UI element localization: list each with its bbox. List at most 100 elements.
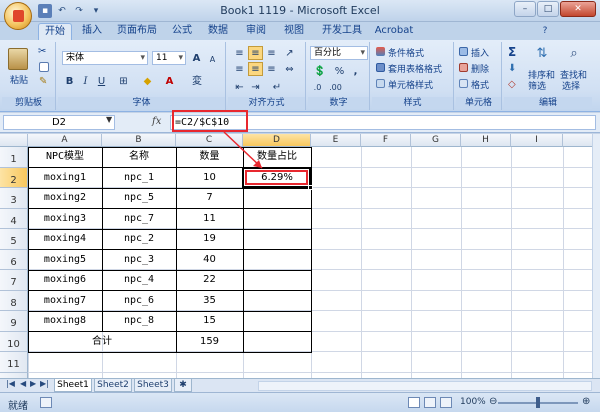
column-header-e[interactable]: E xyxy=(311,134,361,147)
table-cell[interactable]: moxing8 xyxy=(28,311,102,332)
column-header-d[interactable]: D xyxy=(243,134,311,147)
maximize-icon[interactable]: □ xyxy=(537,1,559,17)
macro-record-icon[interactable] xyxy=(40,397,52,408)
tab-formulas[interactable]: 公式 xyxy=(166,23,198,40)
row-header-8[interactable]: 8 xyxy=(0,290,28,311)
tab-home[interactable]: 开始 xyxy=(38,23,72,40)
table-cell[interactable]: moxing7 xyxy=(28,291,102,312)
insert-function-icon[interactable]: fx xyxy=(152,116,161,127)
align-right-icon[interactable]: ≡ xyxy=(264,62,279,76)
grow-font-button[interactable]: A xyxy=(189,51,204,65)
align-bottom-icon[interactable]: ≡ xyxy=(264,46,279,60)
column-header-a[interactable]: A xyxy=(28,134,102,147)
fill-icon[interactable]: ⬇ xyxy=(508,63,516,74)
table-cell[interactable]: 22 xyxy=(176,270,243,291)
total-label-cell[interactable]: 合计 xyxy=(28,332,176,353)
font-color-icon[interactable]: A xyxy=(162,74,177,88)
name-box[interactable]: D2 xyxy=(3,115,115,130)
sheet-tab-3[interactable]: Sheet3 xyxy=(134,379,172,392)
page-layout-view-icon[interactable] xyxy=(424,397,436,408)
table-cell[interactable]: npc_4 xyxy=(102,270,176,291)
table-cell[interactable]: 11 xyxy=(176,209,243,230)
tab-view[interactable]: 视图 xyxy=(278,23,310,40)
align-top-icon[interactable]: ≡ xyxy=(232,46,247,60)
merge-center-icon[interactable]: ⇔ xyxy=(282,62,297,76)
shrink-font-button[interactable]: A xyxy=(205,52,220,66)
prev-sheet-icon[interactable]: ◀ xyxy=(20,379,26,388)
row-header-9[interactable]: 9 xyxy=(0,311,28,332)
delete-cells-button[interactable]: 删除 xyxy=(471,62,489,75)
row-header-3[interactable]: 3 xyxy=(0,188,28,209)
copy-icon[interactable] xyxy=(39,62,49,72)
accounting-format-icon[interactable]: 💲 xyxy=(310,64,330,78)
page-break-view-icon[interactable] xyxy=(440,397,452,408)
table-cell[interactable] xyxy=(243,229,311,250)
clear-icon[interactable]: ◇ xyxy=(508,79,516,90)
header-cell-npc-model[interactable]: NPC模型 xyxy=(28,147,102,168)
row-header-6[interactable]: 6 xyxy=(0,249,28,270)
table-cell[interactable]: moxing1 xyxy=(28,168,102,189)
italic-button[interactable]: I xyxy=(78,74,93,88)
zoom-slider-thumb[interactable] xyxy=(536,397,540,408)
column-header-c[interactable]: C xyxy=(176,134,243,147)
orientation-icon[interactable]: ↗ xyxy=(282,46,297,60)
cut-icon[interactable]: ✂ xyxy=(38,46,46,57)
increase-decimal-icon[interactable]: .0 xyxy=(310,80,325,94)
insert-sheet-icon[interactable]: ✱ xyxy=(174,379,192,392)
wrap-text-icon[interactable]: ↵ xyxy=(266,80,288,94)
table-cell[interactable]: moxing4 xyxy=(28,229,102,250)
zoom-in-icon[interactable]: ⊕ xyxy=(582,396,590,407)
autosum-button[interactable]: Σ xyxy=(508,45,516,59)
total-value-cell[interactable]: 159 xyxy=(176,332,243,353)
sheet-tab-2[interactable]: Sheet2 xyxy=(94,379,132,392)
borders-icon[interactable]: ⊞ xyxy=(116,74,131,88)
zoom-out-icon[interactable]: ⊖ xyxy=(489,396,497,407)
close-icon[interactable]: ✕ xyxy=(560,1,596,17)
fill-handle[interactable] xyxy=(308,185,313,190)
table-cell[interactable]: npc_8 xyxy=(102,311,176,332)
tab-review[interactable]: 审阅 xyxy=(240,23,272,40)
table-cell[interactable] xyxy=(243,188,311,209)
row-header-4[interactable]: 4 xyxy=(0,208,28,229)
paste-icon[interactable] xyxy=(8,48,28,70)
tab-data[interactable]: 数据 xyxy=(202,23,234,40)
table-cell[interactable] xyxy=(243,311,311,332)
row-header-2[interactable]: 2 xyxy=(0,167,28,188)
table-cell[interactable]: 40 xyxy=(176,250,243,271)
table-cell[interactable]: moxing5 xyxy=(28,250,102,271)
tab-acrobat[interactable]: Acrobat xyxy=(372,23,416,40)
first-sheet-icon[interactable]: |◀ xyxy=(6,379,15,388)
format-painter-icon[interactable]: ✎ xyxy=(39,76,47,87)
align-left-icon[interactable]: ≡ xyxy=(232,62,247,76)
conditional-format-button[interactable]: 条件格式 xyxy=(388,46,424,59)
table-cell[interactable] xyxy=(243,270,311,291)
header-cell-count[interactable]: 数量 xyxy=(176,147,243,168)
fill-color-icon[interactable]: ◆ xyxy=(140,74,155,88)
paste-button[interactable]: 粘贴 xyxy=(10,73,28,86)
sort-filter-button-line2[interactable]: 筛选 xyxy=(528,79,546,92)
name-box-dropdown-icon[interactable]: ▼ xyxy=(106,115,112,124)
table-cell[interactable]: npc_6 xyxy=(102,291,176,312)
table-cell[interactable]: moxing3 xyxy=(28,209,102,230)
table-cell[interactable]: 35 xyxy=(176,291,243,312)
sheet-tab-1[interactable]: Sheet1 xyxy=(54,379,92,392)
format-cells-button[interactable]: 格式 xyxy=(471,78,489,91)
table-cell[interactable]: 7 xyxy=(176,188,243,209)
table-cell[interactable] xyxy=(243,209,311,230)
table-cell[interactable]: 19 xyxy=(176,229,243,250)
table-cell[interactable]: 10 xyxy=(176,168,243,189)
align-center-icon[interactable]: ≡ xyxy=(248,62,263,76)
tab-page-layout[interactable]: 页面布局 xyxy=(112,23,162,40)
table-cell[interactable]: npc_2 xyxy=(102,229,176,250)
worksheet-grid[interactable]: A B C D E F G H I 123456789101112NPC模型名称… xyxy=(0,134,592,378)
next-sheet-icon[interactable]: ▶ xyxy=(30,379,36,388)
table-format-button[interactable]: 套用表格格式 xyxy=(388,62,442,75)
table-cell[interactable]: npc_7 xyxy=(102,209,176,230)
zoom-level[interactable]: 100% xyxy=(460,397,486,407)
last-sheet-icon[interactable]: ▶| xyxy=(40,379,49,388)
select-all-corner[interactable] xyxy=(0,134,28,147)
header-cell-name[interactable]: 名称 xyxy=(102,147,176,168)
row-header-10[interactable]: 10 xyxy=(0,331,28,352)
row-header-11[interactable]: 11 xyxy=(0,352,28,373)
row-header-5[interactable]: 5 xyxy=(0,229,28,250)
